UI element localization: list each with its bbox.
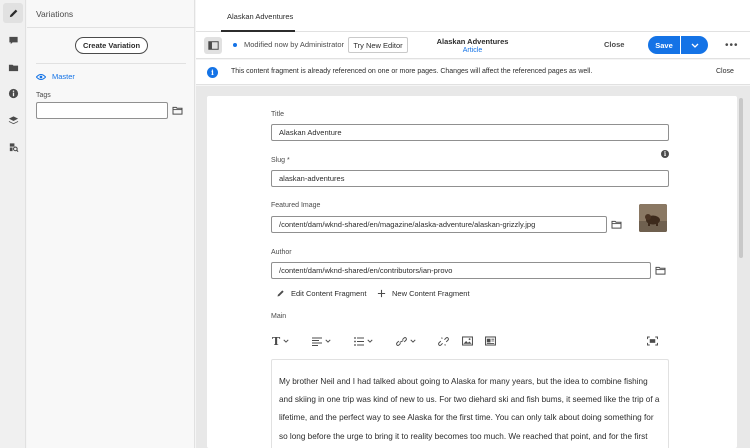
save-options-button[interactable] [681,36,708,54]
rich-text-toolbar: T [272,332,672,350]
editor-content: Title Alaskan Adventure Slug * i alaskan… [196,86,750,448]
editor-toolbar: Modified now by Administrator Try New Ed… [196,32,750,59]
folder-icon[interactable] [3,57,23,77]
slug-label: Slug * [271,157,290,164]
tab-alaskan-adventures[interactable]: Alaskan Adventures [227,0,293,32]
variation-master-label: Master [52,72,75,81]
chevron-down-icon [325,339,331,343]
text-format-button[interactable]: T [272,332,289,350]
edit-icon[interactable] [3,3,23,23]
main-paragraph: My brother Neil and I had talked about g… [279,377,660,441]
folder-icon [655,266,666,275]
edit-content-fragment-label: Edit Content Fragment [291,289,367,298]
save-button[interactable]: Save [648,36,680,54]
layers-icon[interactable] [3,110,23,130]
edit-content-fragment-button[interactable]: Edit Content Fragment [276,289,366,298]
title-label: Title [271,111,284,118]
fullscreen-icon [647,336,658,346]
form-card: Title Alaskan Adventure Slug * i alaskan… [207,96,737,448]
chevron-down-icon [283,339,289,343]
eye-icon [36,73,46,80]
status-dot [233,43,237,47]
comment-icon[interactable] [3,30,23,50]
featured-image-label: Featured Image [271,202,321,209]
search-references-icon[interactable] [3,137,23,157]
toggle-side-panel-button[interactable] [204,37,222,54]
main-text-editor[interactable]: My brother Neil and I had talked about g… [271,359,669,448]
main-label: Main [271,313,287,320]
close-button[interactable]: Close [604,40,624,49]
featured-image-browse-button[interactable] [608,216,625,233]
tags-browse-button[interactable] [169,102,185,119]
unlink-button[interactable] [438,332,449,350]
left-rail [0,0,26,448]
pencil-icon [277,290,284,297]
featured-image-thumbnail[interactable] [639,204,667,232]
modified-status: Modified now by Administrator [244,40,345,49]
align-left-icon [312,336,322,346]
link-button[interactable] [396,332,416,350]
insert-fragment-icon [485,336,496,346]
tags-label: Tags [36,92,51,99]
side-panel-icon [207,41,219,50]
info-icon: i [207,67,218,78]
new-content-fragment-label: New Content Fragment [392,289,470,298]
scrollbar[interactable] [739,98,743,258]
featured-image-field[interactable]: /content/dam/wknd-shared/en/magazine/ala… [271,216,607,233]
chevron-down-icon [367,339,373,343]
plus-icon [377,289,386,298]
model-link[interactable]: Article [426,47,519,54]
divider [36,63,186,64]
try-new-editor-button[interactable]: Try New Editor [348,37,408,53]
author-browse-button[interactable] [652,262,669,279]
banner-message: This content fragment is already referen… [231,68,593,75]
unlink-icon [438,336,449,346]
divider [27,27,195,28]
folder-icon [611,220,622,229]
link-icon [396,336,407,346]
image-icon [462,336,473,346]
text-format-icon: T [272,334,281,348]
panel-title: Variations [36,9,74,19]
author-field[interactable]: /content/dam/wknd-shared/en/contributors… [271,262,651,279]
insert-fragment-button[interactable] [485,332,496,350]
list-button[interactable] [354,332,373,350]
variations-panel: Variations Create Variation Master Tags [27,0,195,448]
align-button[interactable] [312,332,331,350]
list-icon [354,336,364,346]
tab-bar: Alaskan Adventures [196,0,750,32]
more-actions-icon[interactable]: ••• [725,40,739,51]
title-field[interactable]: Alaskan Adventure [271,124,669,141]
variation-master[interactable]: Master [36,72,75,81]
slug-info-icon[interactable]: i [661,150,669,158]
document-title: Alaskan Adventures [436,37,509,46]
new-content-fragment-button[interactable]: New Content Fragment [377,289,470,298]
insert-asset-button[interactable] [462,332,473,350]
create-variation-button[interactable]: Create Variation [75,37,148,54]
slug-field[interactable]: alaskan-adventures [271,170,669,187]
author-label: Author [271,249,292,256]
info-icon[interactable] [3,83,23,103]
folder-icon [172,106,182,115]
fullscreen-button[interactable] [647,332,658,350]
banner-close-button[interactable]: Close [716,68,734,75]
chevron-down-icon [410,339,416,343]
chevron-down-icon [691,43,698,48]
reference-banner: i This content fragment is already refer… [196,60,750,85]
tags-input[interactable] [36,102,168,119]
